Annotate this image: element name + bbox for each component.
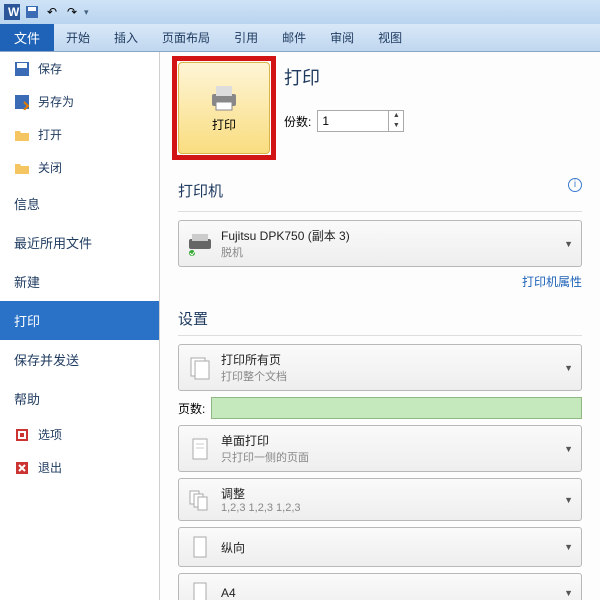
word-icon: W bbox=[4, 4, 20, 20]
chevron-down-icon: ▼ bbox=[564, 239, 573, 249]
redo-icon[interactable]: ↷ bbox=[64, 4, 80, 20]
duplex-sub: 只打印一侧的页面 bbox=[221, 449, 556, 465]
orientation-label: 纵向 bbox=[221, 539, 556, 556]
print-range-dropdown[interactable]: 打印所有页打印整个文档 ▼ bbox=[178, 344, 582, 391]
highlight-box bbox=[172, 56, 276, 160]
portrait-icon bbox=[187, 534, 213, 560]
paper-label: A4 bbox=[221, 586, 556, 600]
chevron-down-icon: ▼ bbox=[564, 444, 573, 454]
folder-open-icon bbox=[14, 127, 30, 143]
sidebar-label: 关闭 bbox=[38, 159, 62, 176]
copies-label: 份数: bbox=[284, 113, 311, 130]
pages-label: 页数: bbox=[178, 400, 205, 417]
print-panel: 打印 打印 份数: ▲▼ 打印机 i Fujitsu bbox=[160, 52, 600, 600]
exit-icon bbox=[14, 460, 30, 476]
settings-section-title: 设置 bbox=[178, 308, 582, 329]
sidebar-label: 选项 bbox=[38, 426, 62, 443]
single-page-icon bbox=[187, 436, 213, 462]
tab-references[interactable]: 引用 bbox=[222, 24, 270, 51]
info-icon[interactable]: i bbox=[568, 178, 582, 192]
file-tab[interactable]: 文件 bbox=[0, 24, 54, 51]
sidebar-options[interactable]: 选项 bbox=[0, 418, 159, 451]
printer-status: 脱机 bbox=[221, 244, 556, 260]
tab-view[interactable]: 视图 bbox=[366, 24, 414, 51]
sidebar-exit[interactable]: 退出 bbox=[0, 451, 159, 484]
spin-down-icon[interactable]: ▼ bbox=[389, 121, 403, 131]
folder-close-icon bbox=[14, 160, 30, 176]
ribbon: 文件 开始 插入 页面布局 引用 邮件 审阅 视图 bbox=[0, 24, 600, 52]
copies-input[interactable] bbox=[318, 111, 388, 131]
sidebar-recent[interactable]: 最近所用文件 bbox=[0, 223, 159, 262]
copies-spinner[interactable]: ▲▼ bbox=[317, 110, 404, 132]
sidebar-label: 打开 bbox=[38, 126, 62, 143]
printer-device-icon bbox=[187, 231, 213, 257]
saveas-icon bbox=[14, 94, 30, 110]
title-bar: W ↶ ↷ ▾ bbox=[0, 0, 600, 24]
sidebar-print[interactable]: 打印 bbox=[0, 301, 159, 340]
options-icon bbox=[14, 427, 30, 443]
duplex-dropdown[interactable]: 单面打印只打印一侧的页面 ▼ bbox=[178, 425, 582, 472]
sidebar-help[interactable]: 帮助 bbox=[0, 379, 159, 418]
collate-icon bbox=[187, 487, 213, 513]
sidebar-info[interactable]: 信息 bbox=[0, 184, 159, 223]
chevron-down-icon: ▼ bbox=[564, 542, 573, 552]
printer-dropdown[interactable]: Fujitsu DPK750 (副本 3) 脱机 ▼ bbox=[178, 220, 582, 267]
qat-dropdown-icon[interactable]: ▾ bbox=[84, 7, 89, 18]
save-icon bbox=[14, 61, 30, 77]
sidebar-label: 退出 bbox=[38, 459, 62, 476]
paper-size-dropdown[interactable]: A4 ▼ bbox=[178, 573, 582, 600]
printer-properties-link[interactable]: 打印机属性 bbox=[178, 273, 582, 290]
paper-icon bbox=[187, 580, 213, 600]
quick-access-toolbar: W ↶ ↷ ▾ bbox=[4, 4, 89, 20]
tab-home[interactable]: 开始 bbox=[54, 24, 102, 51]
chevron-down-icon: ▼ bbox=[564, 588, 573, 598]
spin-up-icon[interactable]: ▲ bbox=[389, 111, 403, 121]
sidebar-saveas[interactable]: 另存为 bbox=[0, 85, 159, 118]
range-title: 打印所有页 bbox=[221, 351, 556, 368]
sidebar-open[interactable]: 打开 bbox=[0, 118, 159, 151]
tab-insert[interactable]: 插入 bbox=[102, 24, 150, 51]
sidebar-new[interactable]: 新建 bbox=[0, 262, 159, 301]
pages-input[interactable] bbox=[211, 397, 582, 419]
printer-name: Fujitsu DPK750 (副本 3) bbox=[221, 227, 556, 244]
pages-icon bbox=[187, 355, 213, 381]
sidebar-send[interactable]: 保存并发送 bbox=[0, 340, 159, 379]
sidebar-label: 另存为 bbox=[38, 93, 74, 110]
tab-layout[interactable]: 页面布局 bbox=[150, 24, 222, 51]
collate-sub: 1,2,3 1,2,3 1,2,3 bbox=[221, 502, 556, 514]
svg-text:W: W bbox=[8, 5, 20, 19]
range-sub: 打印整个文档 bbox=[221, 368, 556, 384]
sidebar-close[interactable]: 关闭 bbox=[0, 151, 159, 184]
sidebar-label: 保存 bbox=[38, 60, 62, 77]
tab-mailings[interactable]: 邮件 bbox=[270, 24, 318, 51]
duplex-title: 单面打印 bbox=[221, 432, 556, 449]
undo-icon[interactable]: ↶ bbox=[44, 4, 60, 20]
print-title: 打印 bbox=[284, 64, 404, 90]
backstage-sidebar: 保存 另存为 打开 关闭 信息 最近所用文件 新建 打印 保存并发送 帮助 选项… bbox=[0, 52, 160, 600]
collate-dropdown[interactable]: 调整1,2,3 1,2,3 1,2,3 ▼ bbox=[178, 478, 582, 521]
orientation-dropdown[interactable]: 纵向 ▼ bbox=[178, 527, 582, 567]
collate-title: 调整 bbox=[221, 485, 556, 502]
save-icon[interactable] bbox=[24, 4, 40, 20]
chevron-down-icon: ▼ bbox=[564, 495, 573, 505]
tab-review[interactable]: 审阅 bbox=[318, 24, 366, 51]
sidebar-save[interactable]: 保存 bbox=[0, 52, 159, 85]
chevron-down-icon: ▼ bbox=[564, 363, 573, 373]
printer-section-title: 打印机 bbox=[178, 180, 223, 201]
